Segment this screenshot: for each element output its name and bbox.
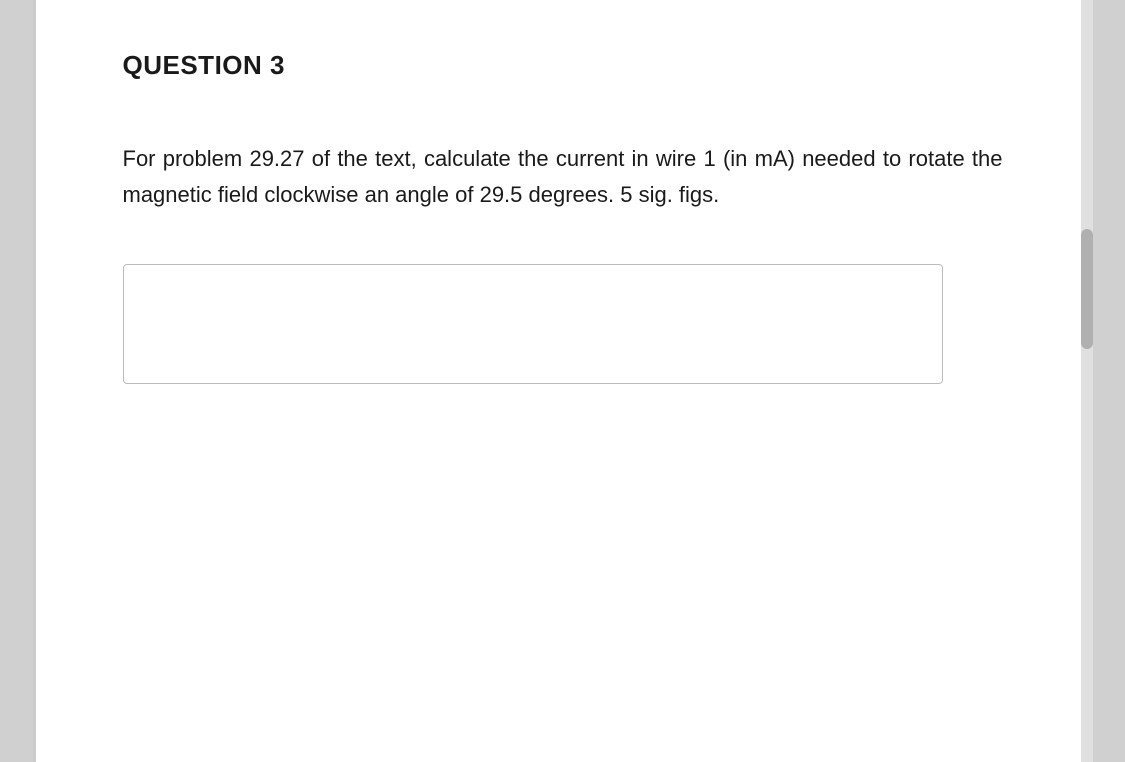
answer-input-box[interactable]	[123, 264, 943, 384]
page-container: QUESTION 3 For problem 29.27 of the text…	[33, 0, 1093, 762]
scrollbar-thumb[interactable]	[1081, 229, 1093, 349]
question-title: QUESTION 3	[123, 50, 1013, 81]
question-body: For problem 29.27 of the text, calculate…	[123, 141, 1003, 214]
scrollbar[interactable]	[1081, 0, 1093, 762]
left-border	[33, 0, 36, 762]
content-area: QUESTION 3 For problem 29.27 of the text…	[33, 0, 1093, 762]
